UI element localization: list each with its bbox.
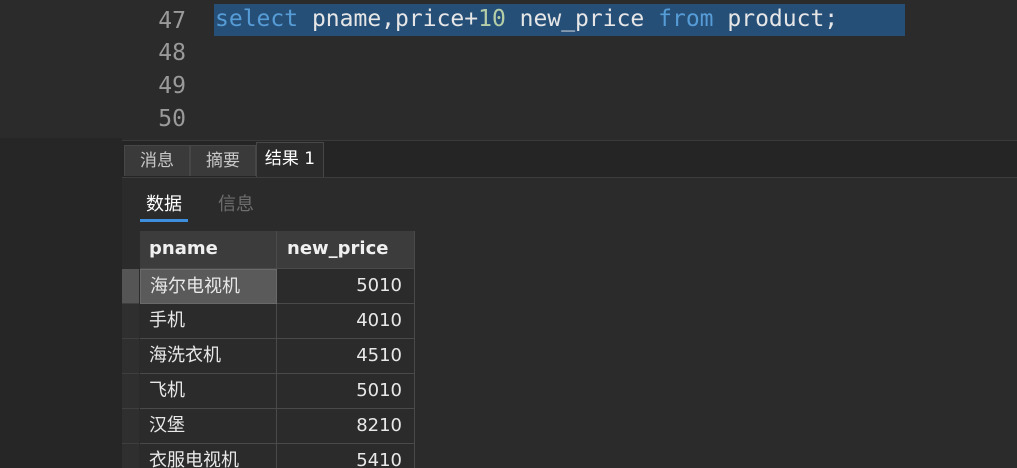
cell-pname[interactable]: 手机	[140, 304, 277, 339]
line-number: 47	[158, 8, 186, 34]
line-number: 49	[158, 73, 186, 99]
subtab-info[interactable]: 信息	[218, 190, 254, 220]
tab-summary[interactable]: 摘要	[190, 145, 256, 176]
column-header-pname[interactable]: pname	[140, 231, 277, 269]
tab-messages[interactable]: 消息	[124, 145, 190, 176]
cell-new-price[interactable]: 4010	[277, 304, 415, 339]
sql-text: pname,price+	[298, 6, 479, 32]
sql-text: new_price	[505, 6, 659, 32]
row-header[interactable]	[122, 374, 139, 409]
row-header[interactable]	[122, 304, 139, 339]
row-header[interactable]	[122, 269, 139, 304]
code-line[interactable]: 47 select pname,price+10 new_price from p…	[0, 5, 1017, 38]
query-editor[interactable]: 47 select pname,price+10 new_price from p…	[0, 0, 1017, 138]
sql-keyword: from	[658, 6, 714, 32]
cell-pname[interactable]: 海洗衣机	[140, 339, 277, 374]
subtab-data[interactable]: 数据	[146, 190, 182, 220]
active-subtab-indicator	[140, 219, 188, 222]
cell-new-price[interactable]: 5010	[277, 374, 415, 409]
row-header[interactable]	[122, 339, 139, 374]
code-line[interactable]: 50	[0, 103, 1017, 136]
code-line[interactable]: 49	[0, 70, 1017, 103]
sql-text: product;	[713, 6, 839, 32]
cell-new-price[interactable]: 8210	[277, 409, 415, 444]
cell-pname[interactable]: 飞机	[140, 374, 277, 409]
code-line[interactable]: 48	[0, 37, 1017, 70]
cell-pname[interactable]: 衣服电视机	[140, 444, 277, 468]
row-header[interactable]	[122, 409, 139, 444]
code-text: select pname,price+10 new_price from pro…	[215, 3, 838, 36]
sql-number: 10	[478, 6, 506, 32]
row-header[interactable]	[122, 444, 139, 468]
cell-pname[interactable]: 海尔电视机	[140, 269, 277, 304]
column-header-new-price[interactable]: new_price	[277, 231, 415, 269]
sql-editor-window: 47 select pname,price+10 new_price from p…	[0, 0, 1017, 468]
cell-pname[interactable]: 汉堡	[140, 409, 277, 444]
line-number: 50	[158, 106, 186, 132]
result-tab-bar: 消息 摘要 结果 1	[122, 140, 1017, 178]
cell-new-price[interactable]: 5410	[277, 444, 415, 468]
grid-corner	[122, 231, 139, 269]
cell-new-price[interactable]: 4510	[277, 339, 415, 374]
cell-new-price[interactable]: 5010	[277, 269, 415, 304]
result-grid[interactable]: pname new_price 海尔电视机 5010 手机 4010 海洗衣机 4510 飞…	[122, 231, 415, 468]
tab-result-1[interactable]: 结果 1	[256, 142, 324, 177]
line-number: 48	[158, 40, 186, 66]
sql-keyword: select	[215, 6, 299, 32]
